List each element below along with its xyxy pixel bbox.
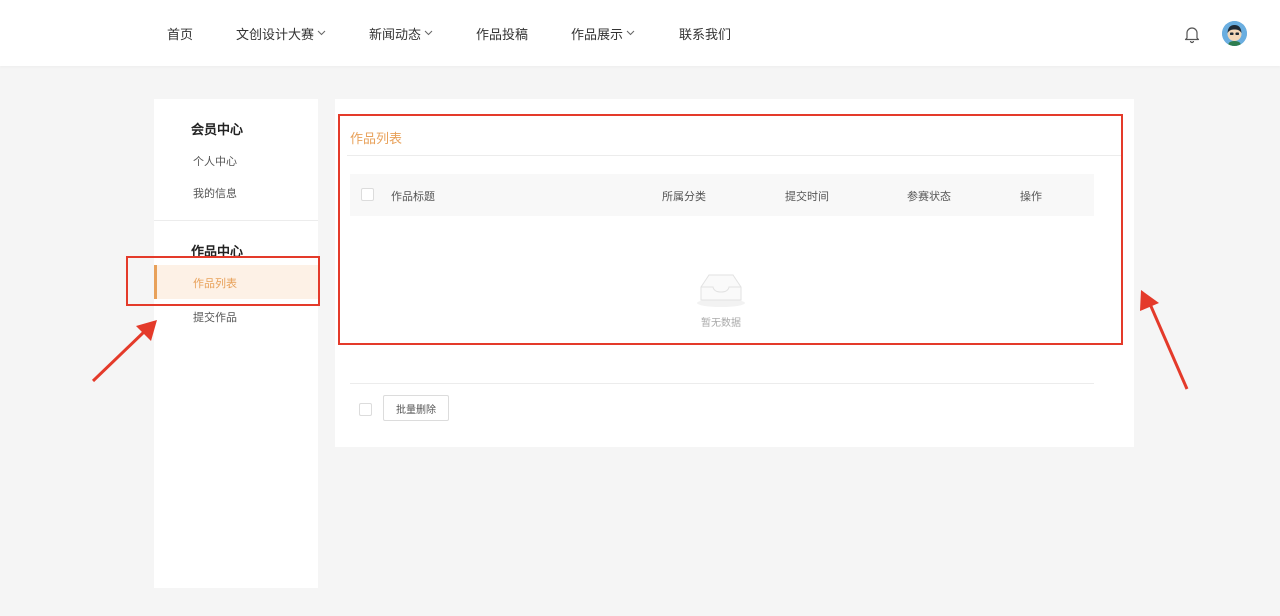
sidebar-item-label: 作品列表 xyxy=(193,277,237,290)
sidebar-heading-works: 作品中心 xyxy=(191,245,244,260)
empty-state-text: 暂无数据 xyxy=(701,318,741,329)
empty-inbox-icon xyxy=(695,269,747,309)
select-all-checkbox[interactable] xyxy=(361,188,374,201)
column-header-category: 所属分类 xyxy=(662,190,706,203)
nav-item-submit-work[interactable]: 作品投稿 xyxy=(476,24,529,43)
sidebar-item-works-list[interactable]: 作品列表 xyxy=(154,265,318,299)
footer-divider xyxy=(350,383,1094,384)
page-title: 作品列表 xyxy=(350,132,403,147)
table-header: 作品标题 所属分类 提交时间 参赛状态 操作 xyxy=(350,174,1094,216)
nav-item-news[interactable]: 新闻动态 xyxy=(369,24,433,43)
nav-item-label: 联系我们 xyxy=(679,27,732,43)
bulk-select-checkbox[interactable] xyxy=(359,403,372,416)
chevron-down-icon xyxy=(317,30,326,36)
nav-item-contact[interactable]: 联系我们 xyxy=(679,24,732,43)
chevron-down-icon xyxy=(424,30,433,36)
sidebar-heading-member: 会员中心 xyxy=(191,123,244,138)
avatar[interactable] xyxy=(1222,21,1247,46)
nav-item-label: 文创设计大赛 xyxy=(236,27,315,43)
sidebar: 会员中心 个人中心 我的信息 作品中心 作品列表 提交作品 xyxy=(154,99,318,588)
nav-item-competition[interactable]: 文创设计大赛 xyxy=(236,24,326,43)
column-header-actions: 操作 xyxy=(1020,190,1042,203)
nav-item-home[interactable]: 首页 xyxy=(167,24,194,43)
batch-delete-button[interactable]: 批量删除 xyxy=(383,395,449,421)
column-header-title: 作品标题 xyxy=(391,190,435,203)
annotation-arrow-left xyxy=(91,320,157,383)
works-list-panel: 作品列表 作品标题 所属分类 提交时间 参赛状态 操作 暂无数据 批量删除 xyxy=(335,99,1134,447)
nav-item-showcase[interactable]: 作品展示 xyxy=(571,24,635,43)
active-indicator xyxy=(154,265,157,299)
column-header-submit-time: 提交时间 xyxy=(785,190,829,203)
sidebar-divider xyxy=(154,220,318,221)
title-divider xyxy=(347,155,1121,156)
sidebar-item-submit-work[interactable]: 提交作品 xyxy=(193,309,237,325)
sidebar-item-personal-center[interactable]: 个人中心 xyxy=(193,153,237,169)
bell-icon[interactable] xyxy=(1182,24,1202,44)
sidebar-item-my-info[interactable]: 我的信息 xyxy=(193,185,237,201)
nav-item-label: 首页 xyxy=(167,27,194,43)
chevron-down-icon xyxy=(626,30,635,36)
nav-item-label: 作品投稿 xyxy=(476,27,529,43)
column-header-status: 参赛状态 xyxy=(907,190,951,203)
nav-item-label: 新闻动态 xyxy=(369,27,422,43)
annotation-arrow-right xyxy=(1140,290,1189,390)
top-header: 首页 文创设计大赛 新闻动态 作品投稿 作品展示 联系我们 xyxy=(0,0,1280,66)
nav-item-label: 作品展示 xyxy=(571,27,624,43)
